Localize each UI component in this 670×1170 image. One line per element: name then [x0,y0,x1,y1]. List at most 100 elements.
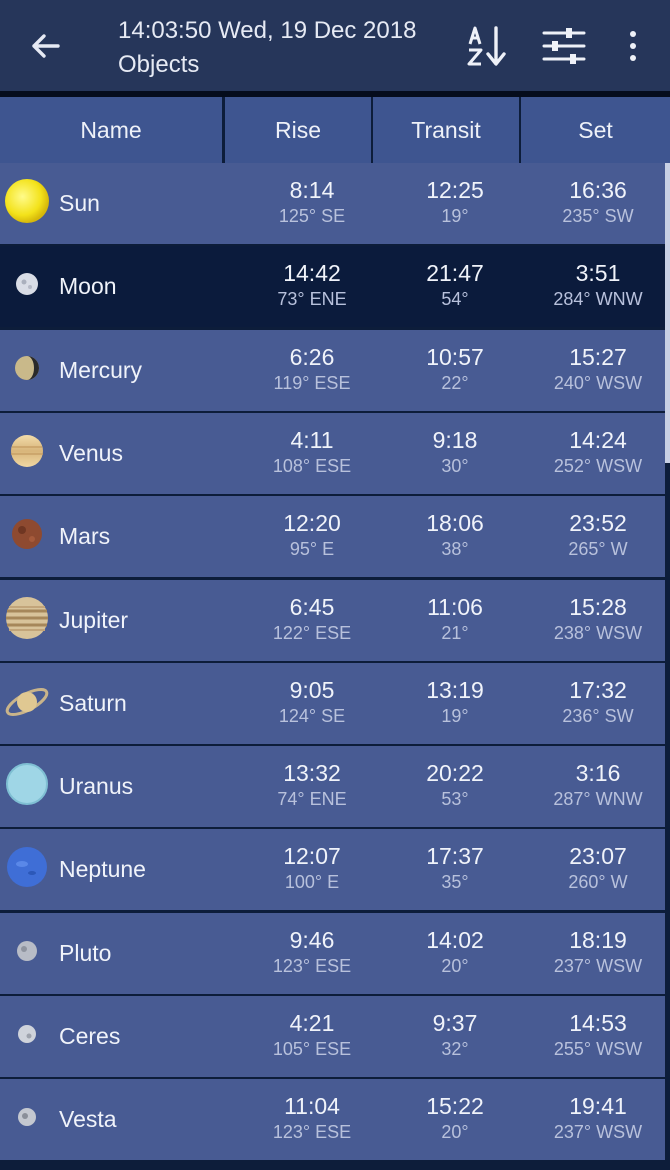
set-time: 18:19 [569,927,627,953]
table-row[interactable]: Vesta 11:04 123° ESE 15:22 20° 19:41 237° WSW [0,1079,665,1160]
object-name: Neptune [59,856,146,882]
transit-time: 15:22 [426,1093,484,1119]
mars-icon [12,519,42,549]
filter-button[interactable] [540,24,588,68]
transit-time: 21:47 [426,260,484,286]
sort-button[interactable] [462,22,514,70]
sun-icon [5,179,49,223]
transit-altitude: 22° [441,373,469,393]
arrow-left-icon [32,34,60,58]
set-cell: 23:07 260° W [520,843,670,893]
vesta-icon [18,1108,36,1126]
table-header: Name Rise Transit Set [0,97,670,163]
transit-altitude: 53° [441,789,469,809]
more-vert-icon [630,31,636,61]
set-azimuth: 284° WNW [553,289,643,309]
set-azimuth: 235° SW [562,206,634,226]
object-name: Sun [59,190,100,216]
transit-cell: 12:25 19° [372,177,538,227]
table-row[interactable]: Uranus 13:32 74° ENE 20:22 53° 3:16 287° WNW [0,746,665,827]
transit-time: 13:19 [426,677,484,703]
transit-altitude: 54° [441,289,469,309]
set-cell: 14:53 255° WSW [520,1010,670,1060]
more-options-button[interactable] [620,26,646,66]
transit-cell: 21:47 54° [372,260,538,310]
set-time: 3:16 [575,760,621,786]
saturn-icon [5,687,49,717]
column-header-name[interactable]: Name [0,97,222,163]
set-azimuth: 237° WSW [553,1122,643,1142]
sort-az-icon [467,26,506,66]
set-time: 17:32 [569,677,627,703]
table-row[interactable]: Pluto 9:46 123° ESE 14:02 20° 18:19 237° WSW [0,913,665,994]
object-name: Vesta [59,1106,117,1132]
transit-time: 9:18 [432,427,478,453]
object-name: Jupiter [59,607,129,633]
transit-time: 12:25 [426,177,484,203]
object-name: Moon [59,273,117,299]
set-time: 19:41 [569,1093,627,1119]
scrollbar[interactable] [665,163,670,1170]
set-cell: 17:32 236° SW [520,677,670,727]
set-azimuth: 265° W [568,539,628,559]
transit-time: 11:06 [427,594,483,620]
transit-time: 10:57 [426,344,484,370]
table-row[interactable]: Sun 8:14 125° SE 12:25 19° 16:36 235° SW [0,163,665,244]
table-row[interactable]: Mercury 6:26 119° ESE 10:57 22° 15:27 240° WSW [0,330,665,411]
table-row[interactable]: Jupiter 6:45 122° ESE 11:06 21° 15:28 238° WSW [0,580,665,661]
set-cell: 14:24 252° WSW [520,427,670,477]
set-cell: 23:52 265° W [520,510,670,560]
app-bar: 14:03:50 Wed, 19 Dec 2018 Objects [0,0,670,91]
set-azimuth: 260° W [568,872,628,892]
transit-time: 20:22 [426,760,484,786]
table-row[interactable]: Venus 4:11 108° ESE 9:18 30° 14:24 252° WSW [0,413,665,494]
set-cell: 18:19 237° WSW [520,927,670,977]
page-datetime: 14:03:50 Wed, 19 Dec 2018 [118,17,417,44]
neptune-icon [7,847,47,887]
transit-time: 17:37 [426,843,484,869]
column-header-transit[interactable]: Transit [373,97,519,163]
ceres-icon [18,1025,36,1043]
set-time: 14:53 [569,1010,627,1036]
set-cell: 15:27 240° WSW [520,344,670,394]
set-cell: 3:16 287° WNW [520,760,670,810]
set-time: 14:24 [569,427,627,453]
back-button[interactable] [24,26,68,66]
table-row[interactable]: Mars 12:20 95° E 18:06 38° 23:52 265° W [0,496,665,577]
table-row[interactable]: Neptune 12:07 100° E 17:37 35° 23:07 260° W [0,829,665,910]
transit-altitude: 20° [441,956,469,976]
transit-cell: 20:22 53° [372,760,538,810]
scrollbar-thumb[interactable] [665,163,670,463]
transit-altitude: 21° [441,623,469,643]
moon-icon [16,273,38,295]
transit-altitude: 38° [441,539,469,559]
table-row[interactable]: Saturn 9:05 124° SE 13:19 19° 17:32 236° SW [0,663,665,744]
transit-cell: 17:37 35° [372,843,538,893]
transit-altitude: 35° [441,872,469,892]
set-azimuth: 238° WSW [553,623,643,643]
column-header-rise[interactable]: Rise [225,97,371,163]
transit-cell: 11:06 21° [372,594,538,644]
jupiter-icon [6,597,48,639]
transit-cell: 9:18 30° [372,427,538,477]
transit-time: 14:02 [426,927,484,953]
transit-cell: 10:57 22° [372,344,538,394]
object-name: Ceres [59,1023,121,1049]
set-azimuth: 255° WSW [553,1039,643,1059]
object-name: Mars [59,523,111,549]
transit-time: 9:37 [432,1010,478,1036]
sliders-icon [542,28,586,64]
pluto-icon [17,941,37,961]
uranus-icon [6,763,48,805]
table-row[interactable]: Ceres 4:21 105° ESE 9:37 32° 14:53 255° WSW [0,996,665,1077]
table-row[interactable]: Moon 14:42 73° ENE 21:47 54° 3:51 284° WNW [0,246,665,327]
set-azimuth: 236° SW [562,706,634,726]
column-header-set[interactable]: Set [521,97,670,163]
set-time: 23:52 [569,510,627,536]
transit-altitude: 32° [441,1039,469,1059]
transit-altitude: 30° [441,456,469,476]
set-cell: 15:28 238° WSW [520,594,670,644]
transit-cell: 18:06 38° [372,510,538,560]
object-name: Venus [59,440,123,466]
transit-cell: 14:02 20° [372,927,538,977]
